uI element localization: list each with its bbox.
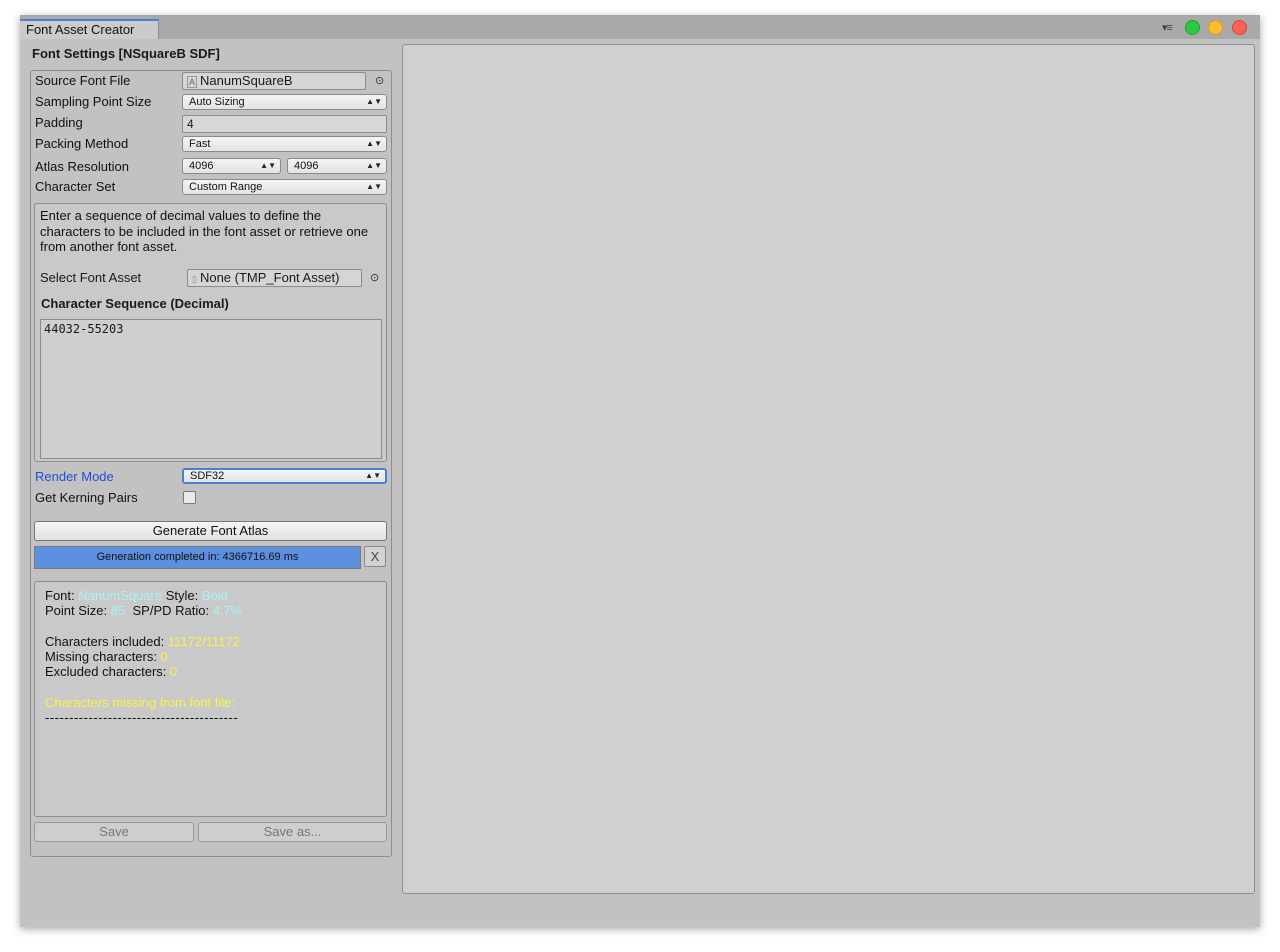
select-font-asset-value: None (TMP_Font Asset) [199,270,340,285]
menu-lines-icon[interactable]: ▾≡ [1162,21,1173,34]
character-set-value: Custom Range [189,181,263,193]
render-mode-label: Render Mode [35,469,114,484]
kerning-label: Get Kerning Pairs [35,490,138,505]
custom-range-box: Enter a sequence of decimal values to de… [34,203,387,462]
excluded-value: 0 [170,664,178,679]
help-text: Enter a sequence of decimal values to de… [40,208,369,254]
source-font-label: Source Font File [35,73,131,88]
close-button[interactable] [1232,20,1247,35]
included-value: 11172/11172 [167,634,240,649]
font-value: NanumSquare [78,588,163,603]
style-label: Style: [165,588,199,603]
save-as-button[interactable]: Save as... [198,822,387,842]
progress-close-button[interactable]: X [364,546,386,567]
excluded-label: Excluded characters: [45,664,167,679]
character-set-dropdown[interactable]: Custom Range ▲▼ [182,179,387,195]
sampling-size-dropdown[interactable]: Auto Sizing ▲▼ [182,94,387,110]
character-sequence-label: Character Sequence (Decimal) [41,296,229,311]
dropdown-arrow-icon: ▲▼ [260,161,276,170]
sampling-size-label: Sampling Point Size [35,94,152,109]
atlas-width-value: 4096 [189,160,214,172]
padding-label: Padding [35,115,83,130]
atlas-width-dropdown[interactable]: 4096 ▲▼ [182,158,281,174]
render-mode-value: SDF32 [190,470,225,482]
ratio-value: 4.7% [212,603,243,618]
report-font-line: Font: NanumSquare Style: Bold [45,588,228,603]
kerning-checkbox[interactable] [183,491,196,504]
atlas-height-dropdown[interactable]: 4096 ▲▼ [287,158,387,174]
report-point-line: Point Size: 85 SP/PD Ratio: 4.7% [45,603,242,618]
generate-font-atlas-button[interactable]: Generate Font Atlas [34,521,387,541]
dropdown-arrow-icon: ▲▼ [366,139,382,148]
object-picker-icon[interactable]: ⊙ [370,271,379,284]
font-file-icon: A [187,76,198,88]
ratio-label: SP/PD Ratio: [132,603,210,618]
atlas-resolution-label: Atlas Resolution [35,159,129,174]
object-picker-icon[interactable]: ⊙ [375,74,384,87]
font-label: Font: [45,588,75,603]
generation-report: Font: NanumSquare Style: Bold Point Size… [34,581,387,817]
point-size-label: Point Size: [45,603,108,618]
sampling-size-value: Auto Sizing [189,96,245,108]
tab-font-asset-creator[interactable]: Font Asset Creator [20,19,159,39]
dropdown-arrow-icon: ▲▼ [366,161,382,170]
generation-progress-bar: Generation completed in: 4366716.69 ms [34,546,361,569]
style-value: Bold [201,588,228,603]
source-font-field[interactable]: A NanumSquareB [182,72,366,90]
separator-line: ---------------------------------------- [45,710,239,725]
source-font-value: NanumSquareB [200,73,293,88]
character-sequence-textarea[interactable]: 44032-55203 [40,319,382,459]
atlas-preview-area [402,44,1255,894]
render-mode-dropdown[interactable]: SDF32 ▲▼ [182,468,387,484]
dropdown-arrow-icon: ▲▼ [365,471,381,480]
minimize-button[interactable] [1208,20,1223,35]
packing-method-dropdown[interactable]: Fast ▲▼ [182,136,387,152]
font-settings-title: Font Settings [NSquareB SDF] [32,46,220,61]
select-font-asset-label: Select Font Asset [40,270,142,285]
font-asset-creator-window: Font Asset Creator ▾≡ Font Settings [NSq… [20,15,1260,927]
tab-bar: Font Asset Creator ▾≡ [20,15,1260,39]
point-size-value: 85 [110,603,126,618]
packing-method-label: Packing Method [35,136,129,151]
missing-value: 0 [160,649,168,664]
save-button[interactable]: Save [34,822,194,842]
dropdown-arrow-icon: ▲▼ [366,182,382,191]
maximize-button[interactable] [1185,20,1200,35]
report-excluded-line: Excluded characters: 0 [45,664,177,679]
packing-method-value: Fast [189,138,211,150]
missing-header: Characters missing from font file: [45,695,236,710]
report-included-line: Characters included: 11172/11172 [45,634,240,649]
included-label: Characters included: [45,634,165,649]
atlas-height-value: 4096 [294,160,319,172]
asset-file-icon: ▯ [192,274,197,284]
missing-label: Missing characters: [45,649,157,664]
select-font-asset-field[interactable]: ▯ None (TMP_Font Asset) [187,269,362,287]
dropdown-arrow-icon: ▲▼ [366,97,382,106]
padding-input[interactable]: 4 [182,115,387,133]
character-set-label: Character Set [35,179,116,194]
report-missing-line: Missing characters: 0 [45,649,168,664]
